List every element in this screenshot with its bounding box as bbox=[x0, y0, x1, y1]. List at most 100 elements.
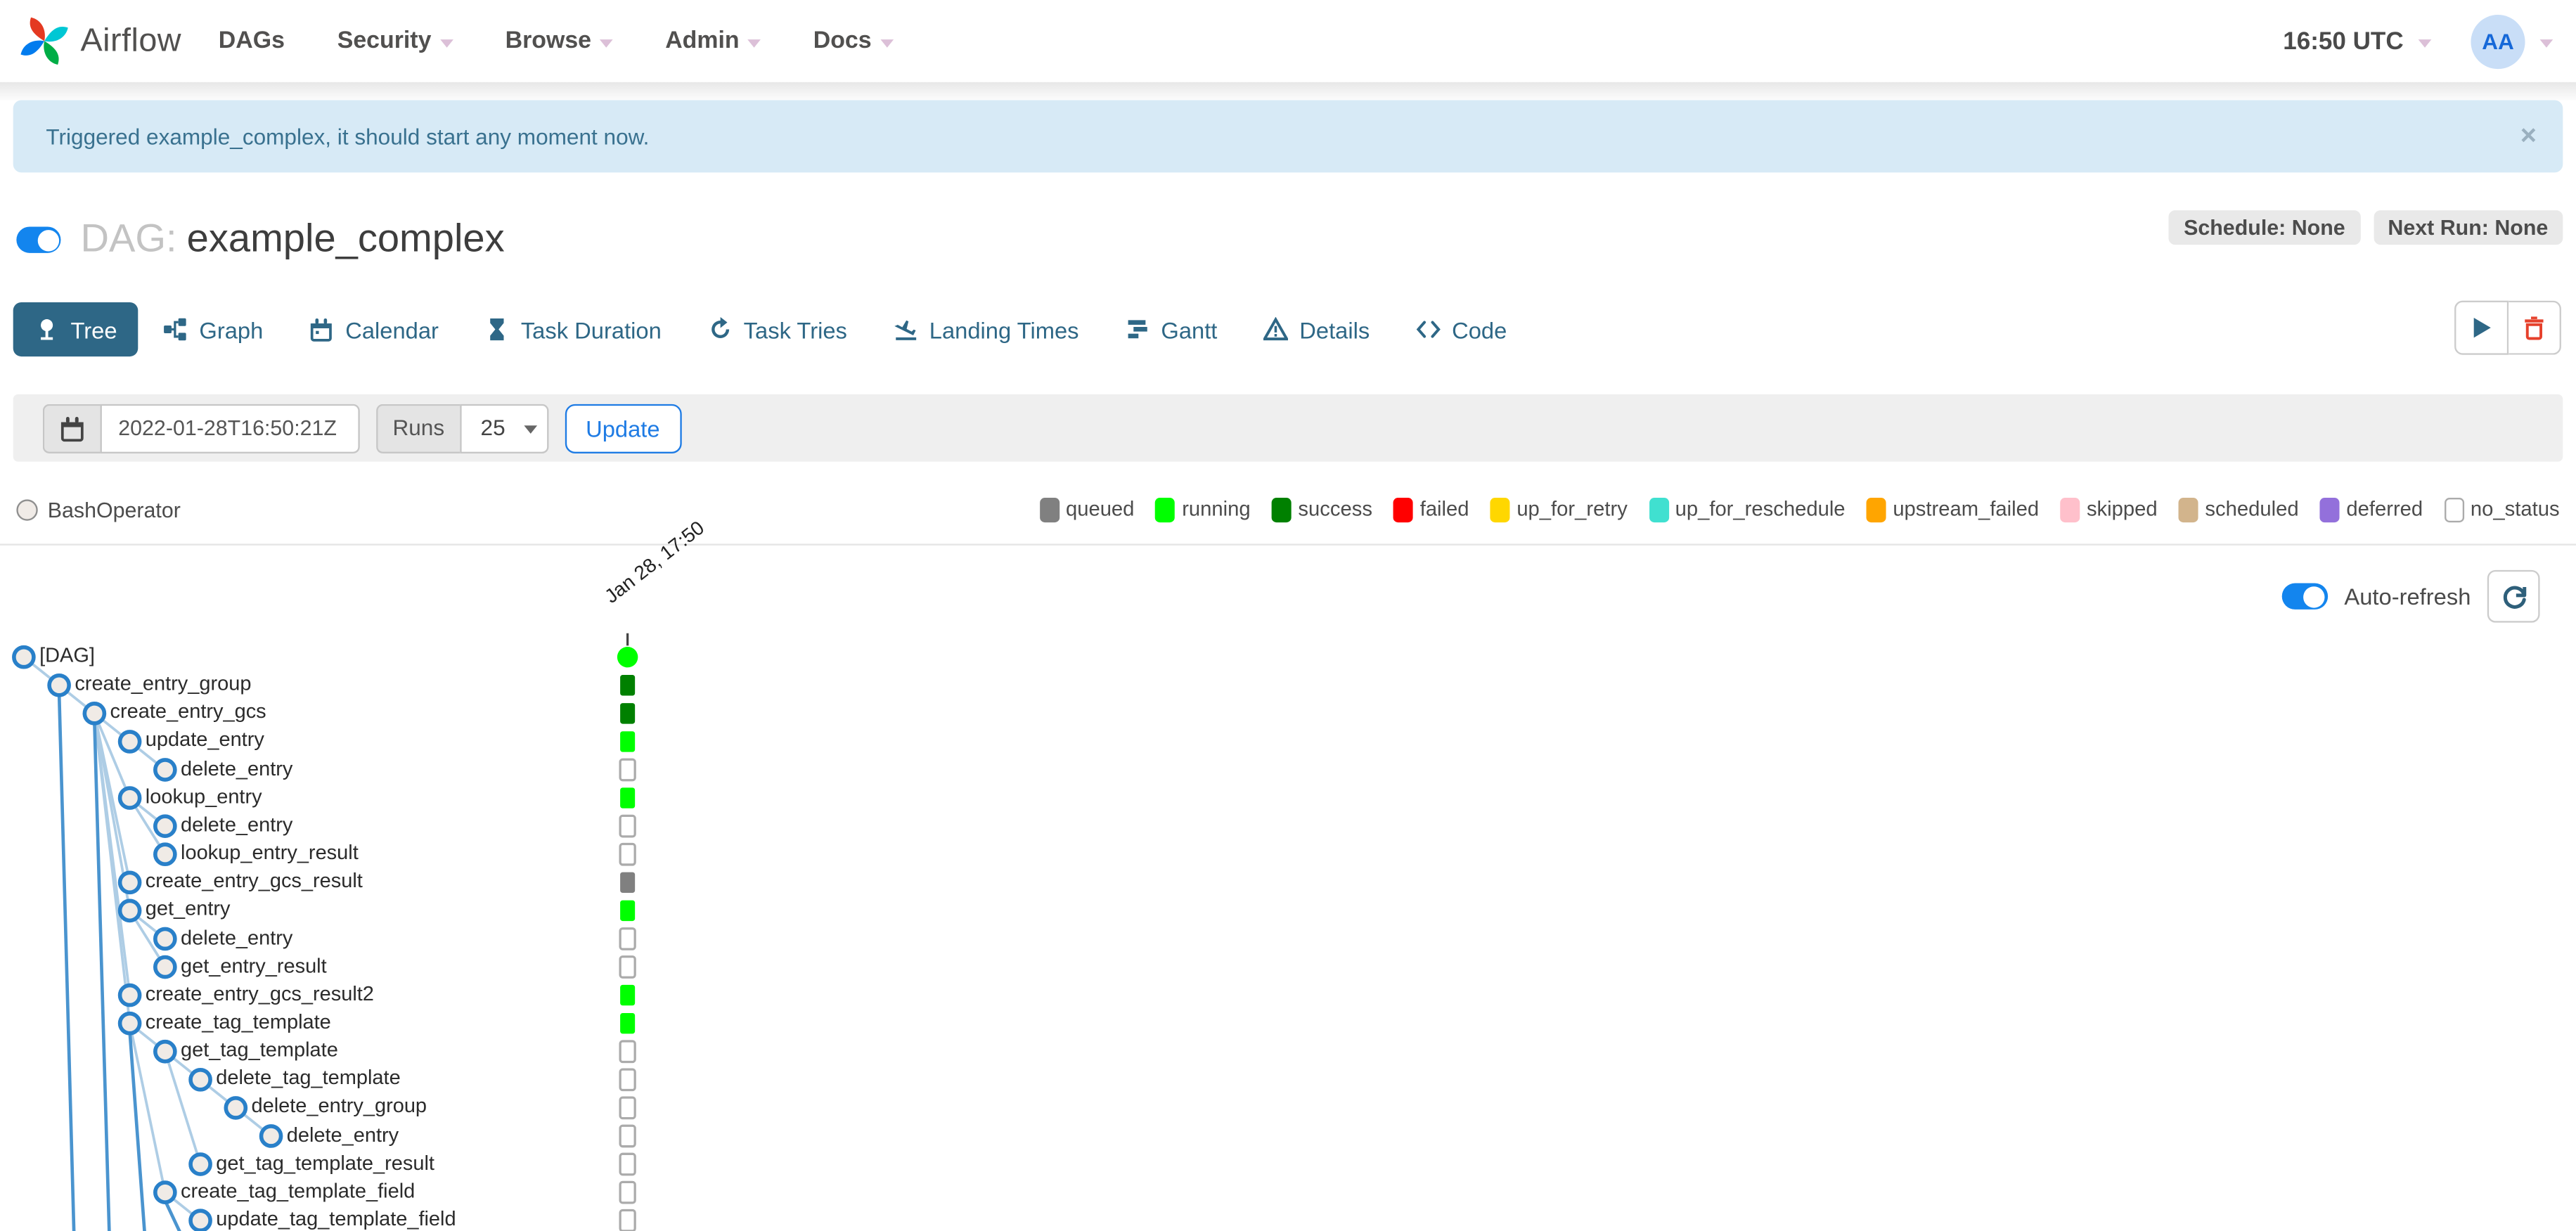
task-node-delete_entry[interactable] bbox=[153, 758, 177, 782]
task-status-no_status[interactable] bbox=[619, 955, 636, 979]
task-node-create_tag_template[interactable] bbox=[117, 1011, 142, 1036]
legend-swatch-up_for_retry bbox=[1490, 496, 1510, 522]
tab-tree[interactable]: Tree bbox=[13, 302, 139, 357]
nav-item-label: Browse bbox=[505, 27, 592, 55]
legend-label: skipped bbox=[2086, 498, 2158, 521]
task-status-no_status[interactable] bbox=[619, 758, 636, 782]
airflow-logo-icon bbox=[20, 17, 68, 65]
utc-clock[interactable]: 16:50 UTC bbox=[2283, 27, 2403, 56]
schedule-badges: Schedule: None Next Run: None bbox=[2169, 210, 2563, 245]
legend-swatch-running bbox=[1155, 496, 1176, 522]
task-node-get_tag_template_result[interactable] bbox=[188, 1152, 212, 1176]
view-tabs: Tree Graph Calendar Task Duration Task Tries… bbox=[13, 302, 1532, 357]
task-node-get_tag_template[interactable] bbox=[153, 1039, 177, 1064]
legend-swatch-failed bbox=[1393, 496, 1414, 522]
tab-graph[interactable]: Graph bbox=[142, 302, 285, 356]
task-node-update_tag_template_field[interactable] bbox=[188, 1209, 212, 1231]
task-status-running[interactable] bbox=[620, 984, 636, 1006]
dag-title-prefix: DAG: bbox=[80, 217, 177, 262]
task-node-delete_tag_template[interactable] bbox=[188, 1067, 212, 1092]
task-status-success[interactable] bbox=[620, 703, 636, 724]
legend-label: failed bbox=[1419, 498, 1469, 521]
tab-gantt[interactable]: Gantt bbox=[1104, 302, 1239, 356]
task-node-delete_entry[interactable] bbox=[153, 927, 177, 951]
date-input-group bbox=[42, 403, 360, 453]
task-node-lookup_entry[interactable] bbox=[117, 786, 142, 810]
play-icon bbox=[2473, 317, 2491, 338]
task-status-no_status[interactable] bbox=[619, 814, 636, 838]
task-status-running[interactable] bbox=[620, 1012, 636, 1034]
nav-item-docs[interactable]: Docs bbox=[813, 27, 894, 55]
task-node-lookup_entry_result[interactable] bbox=[153, 842, 177, 867]
auto-refresh-toggle[interactable] bbox=[2281, 583, 2329, 610]
navbar: Airflow DAGs Security Browse Admin Docs 16:5… bbox=[0, 0, 2576, 82]
task-node-update_entry[interactable] bbox=[117, 730, 142, 754]
task-status-no_status[interactable] bbox=[619, 1040, 636, 1064]
tab-landing-times[interactable]: Landing Times bbox=[872, 302, 1100, 356]
task-status-no_status[interactable] bbox=[619, 1068, 636, 1092]
nav-item-label: Docs bbox=[813, 27, 872, 55]
tab-details[interactable]: Details bbox=[1242, 302, 1391, 356]
task-label: create_entry_gcs bbox=[110, 700, 266, 723]
task-node-delete_entry[interactable] bbox=[153, 814, 177, 838]
dag-run-status-running[interactable] bbox=[617, 646, 638, 668]
task-label: [DAG] bbox=[39, 643, 95, 667]
legend-item-up_for_retry: up_for_retry bbox=[1490, 496, 1628, 522]
legend-item-success: success bbox=[1272, 496, 1372, 522]
tab-task-tries[interactable]: Task Tries bbox=[686, 302, 868, 356]
trigger-dag-button[interactable] bbox=[2454, 300, 2509, 355]
update-button[interactable]: Update bbox=[564, 403, 681, 453]
task-status-running[interactable] bbox=[620, 787, 636, 808]
task-node-get_entry[interactable] bbox=[117, 898, 142, 923]
calendar-addon[interactable] bbox=[42, 403, 101, 453]
filter-bar: Runs 25 Update bbox=[13, 394, 2563, 462]
task-status-no_status[interactable] bbox=[619, 1209, 636, 1231]
brand-name: Airflow bbox=[80, 22, 182, 58]
task-label: lookup_entry_result bbox=[181, 841, 359, 865]
nav-item-dags[interactable]: DAGs bbox=[219, 28, 285, 54]
nav-right: 16:50 UTC AA bbox=[2283, 0, 2554, 82]
caret-down-icon bbox=[439, 38, 453, 47]
caret-down-icon bbox=[880, 38, 894, 47]
nav-item-security[interactable]: Security bbox=[337, 28, 453, 54]
task-status-no_status[interactable] bbox=[619, 1096, 636, 1120]
task-status-no_status[interactable] bbox=[619, 927, 636, 950]
task-node-DAG[interactable] bbox=[12, 645, 36, 669]
task-node-delete_entry_group[interactable] bbox=[224, 1096, 248, 1120]
tab-code[interactable]: Code bbox=[1394, 302, 1528, 356]
task-status-no_status[interactable] bbox=[619, 1124, 636, 1148]
task-status-no_status[interactable] bbox=[619, 842, 636, 866]
tab-task-duration[interactable]: Task Duration bbox=[463, 302, 683, 356]
task-status-running[interactable] bbox=[620, 900, 636, 922]
status-legend: queued running success failed up_for_retry up… bbox=[1039, 496, 2560, 522]
task-node-create_entry_gcs[interactable] bbox=[82, 702, 107, 726]
alert-close-icon[interactable]: × bbox=[2520, 101, 2537, 173]
airflow-brand[interactable]: Airflow bbox=[16, 13, 181, 69]
user-avatar[interactable]: AA bbox=[2471, 13, 2525, 68]
task-status-no_status[interactable] bbox=[619, 1152, 636, 1176]
task-node-create_entry_gcs_result2[interactable] bbox=[117, 983, 142, 1007]
task-node-create_tag_template_field[interactable] bbox=[153, 1180, 177, 1204]
task-status-no_status[interactable] bbox=[619, 1180, 636, 1204]
task-status-running[interactable] bbox=[620, 731, 636, 752]
task-node-create_entry_group[interactable] bbox=[47, 673, 71, 697]
dag-pause-toggle[interactable] bbox=[16, 226, 61, 253]
task-status-success[interactable] bbox=[620, 675, 636, 696]
tab-label: Graph bbox=[199, 316, 264, 343]
runs-select[interactable]: 25 bbox=[459, 403, 548, 453]
graph-icon bbox=[164, 318, 187, 341]
tree-edge-continues bbox=[57, 693, 76, 1231]
nav-item-admin[interactable]: Admin bbox=[665, 28, 761, 54]
base-date-input[interactable] bbox=[100, 403, 360, 453]
tab-calendar[interactable]: Calendar bbox=[288, 302, 460, 356]
nav-item-browse[interactable]: Browse bbox=[505, 28, 613, 54]
task-node-create_entry_gcs_result[interactable] bbox=[117, 870, 142, 895]
delete-dag-button[interactable] bbox=[2509, 300, 2561, 355]
task-label: get_tag_template bbox=[181, 1038, 338, 1062]
refresh-button[interactable] bbox=[2487, 569, 2540, 623]
task-status-queued[interactable] bbox=[620, 872, 636, 894]
legend-label: up_for_reschedule bbox=[1675, 498, 1846, 521]
task-node-delete_entry[interactable] bbox=[259, 1124, 283, 1148]
task-node-get_entry_result[interactable] bbox=[153, 955, 177, 979]
airflow-page: Airflow DAGs Security Browse Admin Docs 16:5… bbox=[0, 0, 2576, 1231]
